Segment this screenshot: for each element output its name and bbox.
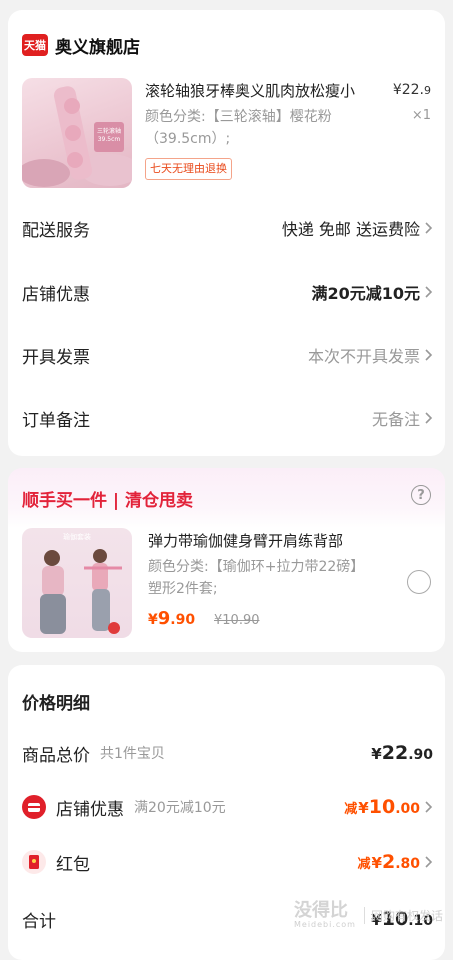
store-discount-int: 10 [368,796,396,818]
chevron-right-icon [425,222,433,234]
upsell-product-name[interactable]: 弹力带瑜伽健身臂开肩练背部 [148,530,343,551]
red-packet-dec: .80 [395,856,420,872]
return-policy-badge: 七天无理由退换 [145,158,232,180]
chevron-right-icon [425,349,433,361]
store-discount-currency: ¥ [358,799,369,817]
chevron-right-icon [425,856,433,868]
total-goods-currency: ¥ [371,745,382,763]
red-packet-currency: ¥ [371,854,382,872]
store-discount-value: 满20元减10元 [311,280,433,304]
red-packet-int: 2 [381,851,396,873]
yoga-model-icon [40,549,122,634]
thumb-caption-line-1: 三轮滚轴 [96,128,121,135]
upsell-original-price: ¥10.90 [214,613,260,628]
total-goods-int: 22 [381,742,409,764]
upsell-price-dec: .90 [170,612,196,628]
store-discount-amount: 减 ¥10.00 [344,796,420,818]
delivery-value-text: 快递 免邮 送运费险 [281,220,420,239]
red-packet-icon [22,850,46,874]
invoice-value-text: 本次不开具发票 [307,347,420,366]
note-value-text: 无备注 [371,410,420,429]
chevron-right-icon [425,412,433,424]
thumb-caption-line-2: 39.5cm [97,136,121,143]
product-quantity: ×1 [411,108,431,123]
watermark-tag: 网购有权发话 [363,907,443,924]
delivery-value: 快递 免邮 送运费险 [282,216,433,240]
watermark: 没得比 Meidebi.com 网购有权发话 [294,900,443,930]
store-discount-value-text: 满20元减10元 [311,284,420,303]
tmall-logo-icon: 天猫 [22,34,48,56]
chevron-right-icon [425,286,433,298]
upsell-product-spec: 颜色分类:【瑜伽环+拉力带22磅】塑形2件套; [148,559,365,597]
total-goods-count: 共1件宝贝 [100,746,165,762]
store-discount-dec: .00 [395,801,420,817]
thumb-caption: 三轮滚轴 39.5cm [96,128,122,144]
upsell-price-currency: ¥ [148,612,158,628]
watermark-sub: Meidebi.com [294,920,356,929]
store-discount-label: 店铺优惠 [22,284,90,305]
watermark-main: 没得比 [294,900,348,921]
store-header[interactable]: 天猫 奥义旗舰店 [22,32,140,58]
invoice-row[interactable]: 开具发票 本次不开具发票 [22,340,433,370]
product-title[interactable]: 滚轮轴狼牙棒奥义肌肉放松瘦小 [145,80,385,101]
store-discount-detail-label: 店铺优惠 [56,799,124,820]
note-value: 无备注 [372,406,433,430]
product-thumbnail[interactable]: 三轮滚轴 39.5cm [22,78,132,188]
upsell-title: 顺手买一件 | 清仓甩卖 [22,491,194,511]
store-coupon-icon [22,795,46,819]
total-goods-label: 商品总价 [22,745,90,766]
store-discount-detail-row[interactable]: 店铺优惠 满20元减10元 减 ¥10.00 [22,793,433,821]
tmall-logo-text: 天猫 [24,39,46,52]
upsell-card: 顺手买一件 | 清仓甩卖 ? 瑜伽套装 弹力带瑜伽健身臂开肩练背部 颜色分类:【… [8,468,445,652]
store-card: 天猫 奥义旗舰店 三轮滚轴 39.5cm 滚轮轴狼牙棒奥义肌肉放松瘦小 颜色分类… [8,10,445,456]
upsell-price-int: 9 [157,608,171,629]
invoice-value: 本次不开具发票 [308,343,433,367]
red-packet-row[interactable]: 红包 减 ¥2.80 [22,848,433,876]
upsell-thumbnail[interactable]: 瑜伽套装 [22,528,132,638]
sum-label: 合计 [22,911,56,932]
upsell-thumb-caption: 瑜伽套装 [63,533,91,541]
delivery-row[interactable]: 配送服务 快递 免邮 送运费险 [22,213,433,243]
store-discount-row[interactable]: 店铺优惠 满20元减10元 [22,277,433,307]
total-goods-dec: .90 [408,747,433,763]
product-price: ¥22.9 [393,82,431,98]
upsell-price: ¥9.90 [148,608,195,629]
product-price-main: ¥22. [392,82,424,98]
store-name: 奥义旗舰店 [55,37,140,58]
product-price-decimal: 9 [424,84,431,97]
shop-icon [28,803,40,812]
envelope-icon [29,855,39,869]
delivery-label: 配送服务 [22,220,90,241]
price-detail-title: 价格明细 [22,694,90,714]
total-goods-amount: ¥22.90 [371,742,433,764]
invoice-label: 开具发票 [22,347,90,368]
upsell-select-radio[interactable] [407,570,431,594]
total-goods-row: 商品总价 共1件宝贝 ¥22.90 [22,739,433,767]
note-label: 订单备注 [22,410,90,431]
red-packet-label: 红包 [56,854,90,875]
help-icon[interactable]: ? [411,485,431,505]
chevron-right-icon [425,801,433,813]
note-row[interactable]: 订单备注 无备注 [22,403,433,433]
red-packet-prefix: 减 [357,857,371,872]
product-spec: 颜色分类:【三轮滚轴】樱花粉（39.5cm）; [145,109,332,147]
store-discount-prefix: 减 [344,802,358,817]
red-packet-amount: 减 ¥2.80 [358,851,421,873]
store-discount-detail-rule: 满20元减10元 [134,800,226,816]
